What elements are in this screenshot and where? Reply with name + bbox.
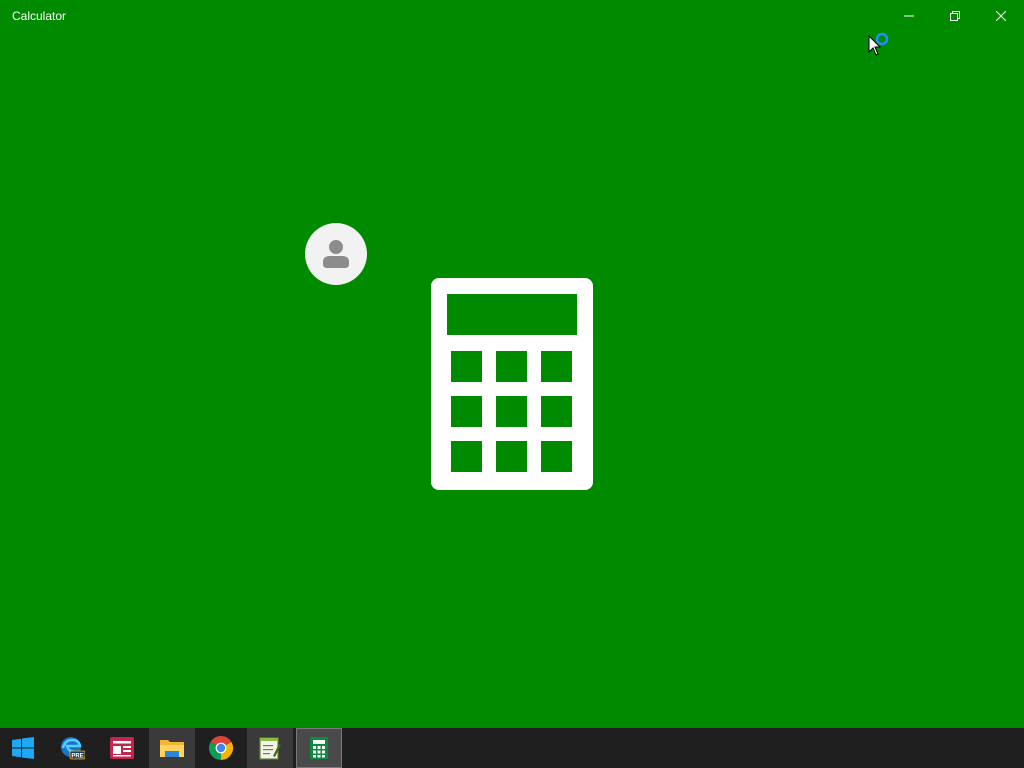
restore-button[interactable]	[932, 0, 978, 32]
minimize-icon	[904, 15, 914, 17]
edge-pre-icon: PRE	[61, 737, 85, 760]
calculator-window: Calculator	[0, 0, 1024, 728]
notepad-icon	[259, 737, 281, 760]
news-app-icon	[110, 737, 134, 759]
minimize-button[interactable]	[886, 0, 932, 32]
chrome-icon	[209, 736, 233, 760]
taskbar-calculator[interactable]	[296, 728, 342, 768]
busy-cursor	[868, 32, 889, 56]
calculator-icon	[431, 278, 593, 490]
restore-icon	[950, 11, 960, 21]
user-avatar-icon	[323, 240, 349, 268]
taskbar-reader-app[interactable]	[99, 728, 145, 768]
window-title: Calculator	[12, 9, 67, 23]
taskbar-file-explorer[interactable]	[149, 728, 195, 768]
user-avatar	[305, 223, 367, 285]
taskbar: PRE	[0, 728, 1024, 768]
title-bar[interactable]: Calculator	[0, 0, 1024, 32]
start-button[interactable]	[0, 728, 46, 768]
calculator-icon	[310, 737, 328, 759]
folder-icon	[160, 740, 184, 757]
taskbar-edge-preview[interactable]: PRE	[49, 728, 95, 768]
taskbar-notepad[interactable]	[247, 728, 293, 768]
close-button[interactable]	[978, 0, 1024, 32]
svg-text:PRE: PRE	[71, 754, 83, 760]
taskbar-chrome[interactable]	[198, 728, 244, 768]
windows-logo-icon	[12, 737, 34, 759]
close-icon	[996, 11, 1006, 21]
